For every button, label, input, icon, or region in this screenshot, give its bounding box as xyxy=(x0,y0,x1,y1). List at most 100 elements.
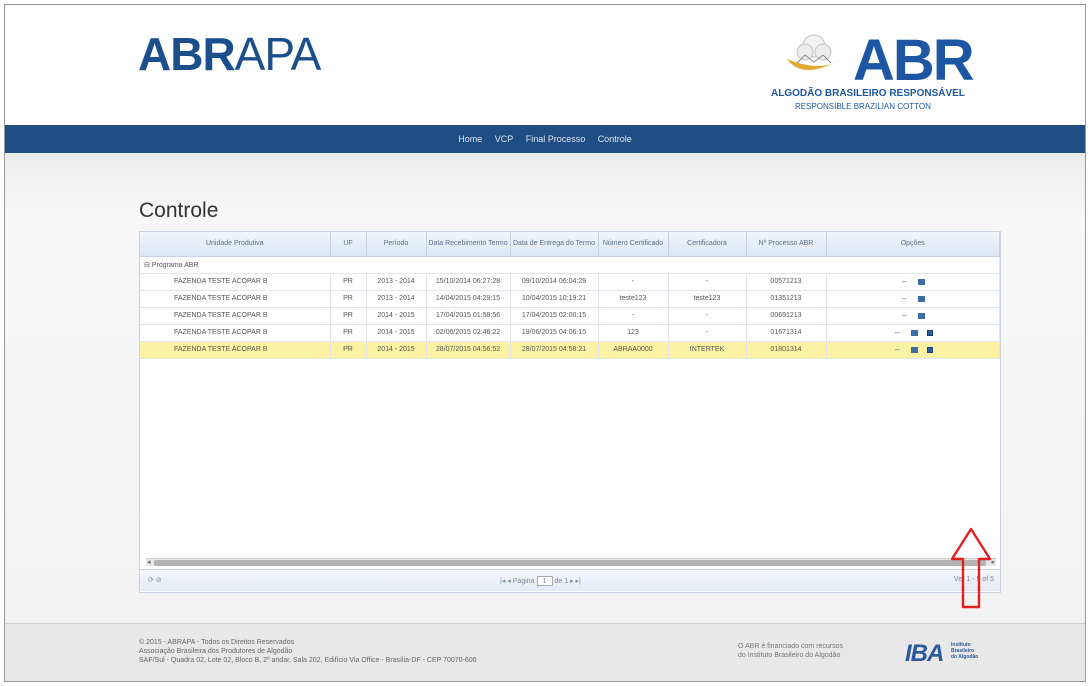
cell-certificadora: - xyxy=(668,307,747,325)
cell-data-recebimento: 17/04/2015 01:58:56 xyxy=(426,307,511,325)
table-row-selected[interactable]: FAZENDA TESTE ACOPAR B PR 2014 - 2015 28… xyxy=(140,341,1000,359)
next-page-icon[interactable]: ▸ xyxy=(570,578,574,585)
minus-icon[interactable]: – xyxy=(900,277,909,286)
scrollbar-thumb[interactable] xyxy=(154,560,986,566)
group-label: Programa ABR xyxy=(151,261,199,269)
grid-header-row: Unidade Produtiva UF Período Data Recebi… xyxy=(140,232,1000,257)
cell-unidade: FAZENDA TESTE ACOPAR B xyxy=(140,290,331,308)
col-numero-certificado[interactable]: Número Certificado xyxy=(598,232,669,257)
cell-opcoes: – xyxy=(826,307,1000,325)
col-uf[interactable]: UF xyxy=(330,232,367,257)
col-periodo[interactable]: Período xyxy=(366,232,427,257)
cell-opcoes: – xyxy=(826,273,1000,291)
cell-data-recebimento: 14/04/2015 04:29:15 xyxy=(426,290,511,308)
table-row[interactable]: FAZENDA TESTE ACOPAR B PR 2013 - 2014 14… xyxy=(140,290,1000,308)
cell-unidade: FAZENDA TESTE ACOPAR B xyxy=(140,341,331,359)
cell-data-entrega: 10/04/2015 10:19:21 xyxy=(510,290,599,308)
cell-numero-certificado: ABRAA0000 xyxy=(598,341,669,359)
cell-periodo: 2014 - 2015 xyxy=(366,324,427,342)
cell-processo: 00571213 xyxy=(746,273,827,291)
abr-logo[interactable]: ABR ALGODÃO BRASILEIRO RESPONSÁVEL RESPO… xyxy=(771,23,1013,123)
minus-icon[interactable]: – xyxy=(893,345,902,354)
cell-certificadora: INTERTEK xyxy=(668,341,747,359)
col-data-recebimento[interactable]: Data Recebimento Termo xyxy=(426,232,511,257)
data-grid: Unidade Produtiva UF Período Data Recebi… xyxy=(139,231,1001,593)
view-icon[interactable] xyxy=(910,347,918,354)
page-frame: ABRAPA ABR ALGODÃO BRASILEIRO RESPONSÁVE… xyxy=(4,4,1086,682)
abrapa-logo-bold: ABR xyxy=(138,28,236,80)
view-icon[interactable] xyxy=(910,330,918,337)
cell-certificadora: teste123 xyxy=(668,290,747,308)
footer-funding-line2: do Instituto Brasileiro do Algodão xyxy=(738,652,841,659)
cell-unidade: FAZENDA TESTE ACOPAR B xyxy=(140,307,331,325)
cell-certificadora: - xyxy=(668,324,747,342)
cell-data-recebimento: 02/06/2015 02:46:22 xyxy=(426,324,511,342)
footer-info: © 2015 - ABRAPA - Todos os Direitos Rese… xyxy=(139,638,477,665)
col-unidade-produtiva[interactable]: Unidade Produtiva xyxy=(140,232,331,257)
minus-icon[interactable]: – xyxy=(893,328,902,337)
save-icon[interactable] xyxy=(926,347,933,354)
page-input[interactable]: 1 xyxy=(536,576,553,586)
nav-vcp[interactable]: VCP xyxy=(495,125,514,153)
cell-opcoes: – xyxy=(826,324,1000,342)
last-page-icon[interactable]: ▸| xyxy=(576,578,581,585)
page-label: Página xyxy=(512,577,535,585)
view-icon[interactable] xyxy=(917,279,925,286)
page-title: Controle xyxy=(139,199,219,222)
header: ABRAPA ABR ALGODÃO BRASILEIRO RESPONSÁVE… xyxy=(5,5,1085,125)
footer-address: SAF/Sul - Quadra 02, Lote 02, Bloco B, 2… xyxy=(139,657,477,664)
main-nav: Home VCP Final Processo Controle xyxy=(5,125,1085,153)
of-label: de 1 xyxy=(554,577,569,585)
main-content: Controle Unidade Produtiva UF Período Da… xyxy=(5,153,1085,623)
nav-controle[interactable]: Controle xyxy=(598,125,632,153)
table-row[interactable]: FAZENDA TESTE ACOPAR B PR 2014 - 2015 02… xyxy=(140,324,1000,342)
iba-sub-line: do Algodão xyxy=(951,654,979,660)
cell-uf: PR xyxy=(330,290,367,308)
nav-home[interactable]: Home xyxy=(458,125,482,153)
cell-opcoes: – xyxy=(826,341,1000,359)
cell-periodo: 2014 - 2015 xyxy=(366,307,427,325)
cell-opcoes: – xyxy=(826,290,1000,308)
save-icon[interactable] xyxy=(926,330,933,337)
cell-uf: PR xyxy=(330,324,367,342)
view-icon[interactable] xyxy=(917,296,925,303)
nav-final-processo[interactable]: Final Processo xyxy=(526,125,586,153)
collapse-icon[interactable]: ⊟ xyxy=(144,262,152,269)
col-certificadora[interactable]: Certificadora xyxy=(668,232,747,257)
prev-page-icon[interactable]: ◂ xyxy=(507,578,511,585)
iba-logo-sub: Instituto Brasileiro do Algodão xyxy=(951,642,978,660)
col-opcoes: Opções xyxy=(826,232,1000,257)
abr-logo-text: ABR xyxy=(853,28,975,93)
col-processo-abr[interactable]: Nº Processo ABR xyxy=(746,232,827,257)
cell-data-entrega: 17/04/2015 02:00:15 xyxy=(510,307,599,325)
minus-icon[interactable]: – xyxy=(900,294,909,303)
footer-association: Associação Brasileira dos Produtores de … xyxy=(139,648,293,655)
group-cell[interactable]: ⊟ Programa ABR xyxy=(140,256,1000,274)
group-row[interactable]: ⊟ Programa ABR xyxy=(140,256,1000,274)
horizontal-scrollbar[interactable]: ◂ ▸ xyxy=(146,558,996,566)
cell-uf: PR xyxy=(330,307,367,325)
abr-subtitle-en: RESPONSIBLE BRAZILIAN COTTON xyxy=(795,102,931,111)
iba-logo[interactable]: IBA xyxy=(905,640,944,668)
cell-numero-certificado: teste123 xyxy=(598,290,669,308)
minus-icon[interactable]: – xyxy=(900,311,909,320)
table-row[interactable]: FAZENDA TESTE ACOPAR B PR 2013 - 2014 15… xyxy=(140,273,1000,291)
cell-data-entrega: 19/06/2015 04:06:15 xyxy=(510,324,599,342)
view-icon[interactable] xyxy=(917,313,925,320)
scroll-left-icon[interactable]: ◂ xyxy=(147,558,151,566)
cell-numero-certificado: - xyxy=(598,307,669,325)
refresh-icon[interactable]: ⟳ ⊘ xyxy=(148,576,162,584)
cell-processo: 00691213 xyxy=(746,307,827,325)
col-data-entrega[interactable]: Data de Entrega do Termo xyxy=(510,232,599,257)
cell-periodo: 2014 - 2015 xyxy=(366,341,427,359)
abrapa-logo[interactable]: ABRAPA xyxy=(138,27,321,81)
cell-processo: 01351213 xyxy=(746,290,827,308)
cell-periodo: 2013 - 2014 xyxy=(366,273,427,291)
footer-funding: O ABR é financiado com recursos do Insti… xyxy=(738,642,843,660)
cotton-flower-icon xyxy=(787,34,841,70)
first-page-icon[interactable]: |◂ xyxy=(500,578,505,585)
cell-certificadora: - xyxy=(668,273,747,291)
table-row[interactable]: FAZENDA TESTE ACOPAR B PR 2014 - 2015 17… xyxy=(140,307,1000,325)
footer-funding-line1: O ABR é financiado com recursos xyxy=(738,643,844,650)
footer: © 2015 - ABRAPA - Todos os Direitos Rese… xyxy=(5,623,1085,681)
